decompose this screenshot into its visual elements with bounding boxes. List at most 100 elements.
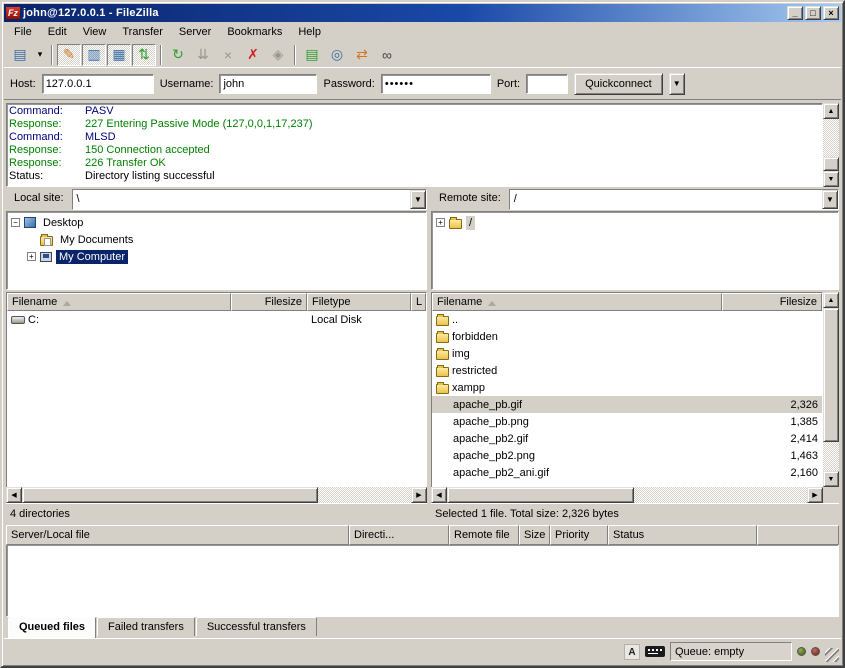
minimize-button[interactable]: _ xyxy=(787,6,803,20)
local-hscrollbar[interactable]: ◀ ▶ xyxy=(6,487,427,503)
folder-icon xyxy=(436,333,449,343)
toggle-queue-view-icon[interactable]: ⇅ xyxy=(132,44,156,66)
column-remote-file[interactable]: Remote file xyxy=(449,525,519,545)
column-size[interactable]: Size xyxy=(519,525,550,545)
scroll-thumb[interactable] xyxy=(823,308,839,442)
remote-file-row[interactable]: apache_pb2.png 1,463 xyxy=(432,447,822,464)
process-queue-icon[interactable]: ⇊ xyxy=(191,44,215,66)
menu-item[interactable]: Transfer xyxy=(114,24,171,40)
find-files-icon[interactable]: ∞ xyxy=(375,44,399,66)
column-status[interactable]: Status xyxy=(608,525,757,545)
remote-file-row[interactable]: forbidden xyxy=(432,328,822,345)
tree-item[interactable]: + My Computer xyxy=(7,248,426,265)
column-filename[interactable]: Filename xyxy=(7,293,231,311)
queue-tab[interactable]: Queued files xyxy=(8,617,96,638)
scroll-down-icon[interactable]: ▼ xyxy=(823,171,839,187)
remote-vscrollbar[interactable]: ▲ ▼ xyxy=(823,292,839,487)
host-label: Host: xyxy=(10,78,36,90)
close-button[interactable]: × xyxy=(823,6,839,20)
menu-item[interactable]: Bookmarks xyxy=(219,24,290,40)
remote-site-path: / xyxy=(510,190,822,209)
toggle-remote-tree-icon[interactable]: ▦ xyxy=(107,44,131,66)
tree-expander[interactable]: + xyxy=(436,218,445,227)
transfer-type-icon[interactable]: A xyxy=(624,644,640,660)
scroll-up-icon[interactable]: ▲ xyxy=(823,292,839,308)
column-server-local-file[interactable]: Server/Local file xyxy=(6,525,349,545)
remote-file-row[interactable]: restricted xyxy=(432,362,822,379)
local-list-header: Filename Filesize Filetype L xyxy=(7,293,426,311)
menu-item[interactable]: Edit xyxy=(40,24,75,40)
menu-item[interactable]: Server xyxy=(171,24,219,40)
tree-expander[interactable]: − xyxy=(11,218,20,227)
quickconnect-button[interactable]: Quickconnect xyxy=(574,73,663,95)
sync-browsing-icon[interactable]: ⇄ xyxy=(350,44,374,66)
remote-file-row[interactable]: apache_pb2.gif 2,414 xyxy=(432,430,822,447)
scroll-thumb[interactable] xyxy=(447,487,634,503)
scroll-left-icon[interactable]: ◀ xyxy=(6,487,22,503)
toolbar-separator xyxy=(160,45,162,65)
remote-file-row[interactable]: .. xyxy=(432,311,822,328)
menu-item[interactable]: File xyxy=(6,24,40,40)
directory-compare-icon[interactable]: ◎ xyxy=(325,44,349,66)
filter-icon[interactable]: ▤ xyxy=(300,44,324,66)
log-scrollbar[interactable]: ▲ ▼ xyxy=(823,103,839,187)
password-input[interactable] xyxy=(381,74,491,94)
scroll-left-icon[interactable]: ◀ xyxy=(431,487,447,503)
scroll-thumb[interactable] xyxy=(823,157,839,171)
cancel-operation-icon[interactable]: × xyxy=(216,44,240,66)
toggle-log-view-icon[interactable]: ✎ xyxy=(57,44,81,66)
tree-item-label: My Documents xyxy=(57,233,136,247)
site-manager-icon[interactable]: ▤ xyxy=(8,44,32,66)
combo-dropdown-icon[interactable]: ▼ xyxy=(822,190,838,209)
host-input[interactable] xyxy=(42,74,154,94)
queue-tab[interactable]: Successful transfers xyxy=(196,617,317,636)
remote-site-combo[interactable]: / ▼ xyxy=(509,189,839,210)
column-filetype[interactable]: Filetype xyxy=(307,293,411,311)
column-filesize[interactable]: Filesize xyxy=(231,293,307,311)
toggle-local-tree-icon[interactable]: ▥ xyxy=(82,44,106,66)
username-input[interactable] xyxy=(219,74,317,94)
column-direction[interactable]: Directi... xyxy=(349,525,449,545)
remote-file-row[interactable]: apache_pb.png 1,385 xyxy=(432,413,822,430)
column-last-modified[interactable]: L xyxy=(411,293,426,311)
remote-file-row[interactable]: xampp xyxy=(432,379,822,396)
queue-tab[interactable]: Failed transfers xyxy=(97,617,195,636)
receive-activity-led-icon xyxy=(811,647,820,656)
tree-item-label: Desktop xyxy=(40,216,86,230)
maximize-button[interactable]: □ xyxy=(805,6,821,20)
scroll-up-icon[interactable]: ▲ xyxy=(823,103,839,119)
speed-limits-icon[interactable] xyxy=(645,646,665,657)
tree-item[interactable]: − Desktop xyxy=(7,214,426,231)
disconnect-icon[interactable]: ✗ xyxy=(241,44,265,66)
local-site-combo[interactable]: \ ▼ xyxy=(72,189,427,210)
column-filename[interactable]: Filename xyxy=(432,293,722,311)
window-title: john@127.0.0.1 - FileZilla xyxy=(23,7,782,19)
scroll-thumb[interactable] xyxy=(22,487,318,503)
column-filesize[interactable]: Filesize xyxy=(722,293,822,311)
remote-file-row[interactable]: img xyxy=(432,345,822,362)
titlebar[interactable]: Fz john@127.0.0.1 - FileZilla _ □ × xyxy=(4,4,841,22)
local-file-row[interactable]: C: Local Disk xyxy=(7,311,426,328)
remote-file-row[interactable]: apache_pb.gif 2,326 xyxy=(432,396,822,413)
scroll-down-icon[interactable]: ▼ xyxy=(823,471,839,487)
scroll-right-icon[interactable]: ▶ xyxy=(807,487,823,503)
scroll-right-icon[interactable]: ▶ xyxy=(411,487,427,503)
site-manager-dropdown[interactable]: ▾ xyxy=(33,44,47,66)
message-log: Command:PASV Response:227 Entering Passi… xyxy=(6,103,823,187)
resize-grip[interactable] xyxy=(825,648,839,662)
refresh-icon[interactable]: ↻ xyxy=(166,44,190,66)
remote-site-label: Remote site: xyxy=(431,189,509,210)
combo-dropdown-icon[interactable]: ▼ xyxy=(410,190,426,209)
tree-item[interactable]: My Documents xyxy=(7,231,426,248)
tree-expander[interactable]: + xyxy=(27,252,36,261)
remote-hscrollbar[interactable]: ◀ ▶ xyxy=(431,487,823,503)
remote-file-row[interactable]: apache_pb2_ani.gif 2,160 xyxy=(432,464,822,481)
column-priority[interactable]: Priority xyxy=(550,525,608,545)
quickconnect-dropdown[interactable]: ▼ xyxy=(669,73,685,95)
tree-item[interactable]: + / xyxy=(432,214,838,231)
reconnect-icon[interactable]: ◈ xyxy=(266,44,290,66)
port-input[interactable] xyxy=(526,74,568,94)
queue-list[interactable] xyxy=(6,545,839,617)
menu-item[interactable]: Help xyxy=(290,24,329,40)
menu-item[interactable]: View xyxy=(75,24,115,40)
